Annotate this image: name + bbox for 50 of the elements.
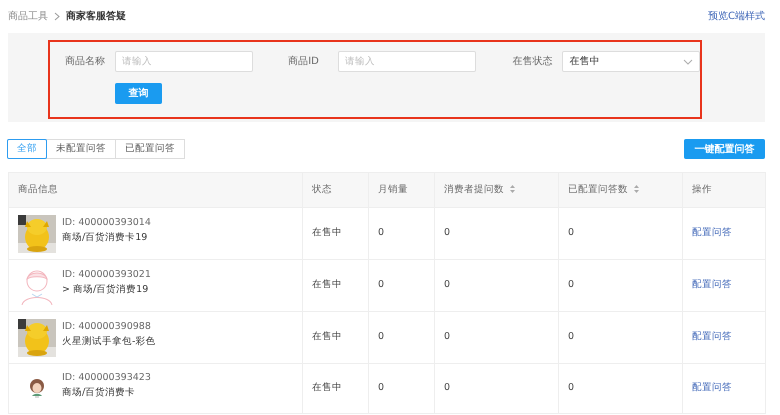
column-header: 商品信息 <box>18 184 58 195</box>
breadcrumb-item[interactable]: 商品工具 <box>8 9 48 24</box>
table-cell: 0 <box>378 331 384 342</box>
status-text: 在售中 <box>312 382 342 394</box>
input-field[interactable]: 请输入 <box>115 51 253 72</box>
status-text: 在售中 <box>312 279 342 290</box>
product-name: > 商场/百货消费19 <box>62 282 150 296</box>
configure-link[interactable]: 配置问答 <box>692 382 732 394</box>
filter-tab[interactable]: 未配置问答 <box>46 139 116 159</box>
column-header: 月销量 <box>378 184 408 195</box>
column-header: 操作 <box>692 184 712 195</box>
sort-icon[interactable] <box>510 185 515 194</box>
table-cell: 0 <box>378 382 384 394</box>
breadcrumb-item[interactable]: 商家客服答疑 <box>66 9 126 24</box>
column-header: 消费者提问数 <box>444 184 504 195</box>
configure-link[interactable]: 配置问答 <box>692 331 732 342</box>
select-field[interactable]: 在售中 <box>562 51 700 72</box>
configure-link[interactable]: 配置问答 <box>692 279 732 290</box>
table-cell: 0 <box>568 331 574 342</box>
select-value: 在售中 <box>569 54 600 69</box>
table-cell: 0 <box>568 279 574 290</box>
product-id: ID: 400000390988 <box>62 320 152 334</box>
configure-link[interactable]: 配置问答 <box>692 227 732 238</box>
field-label: 商品ID <box>288 54 320 69</box>
field-label: 商品名称 <box>65 54 106 69</box>
preview-link[interactable]: 预览C端样式 <box>708 9 765 24</box>
status-text: 在售中 <box>312 331 342 342</box>
sort-icon[interactable] <box>634 185 639 194</box>
table-cell: 0 <box>568 227 574 238</box>
filter-tab[interactable]: 已配置问答 <box>115 139 185 159</box>
table-cell: 0 <box>568 382 574 394</box>
product-id: ID: 400000393021 <box>62 268 151 282</box>
product-name: 火星测试手拿包-彩色 <box>62 334 156 348</box>
table-cell: 0 <box>444 382 450 394</box>
table-cell: 0 <box>378 279 384 290</box>
column-header: 状态 <box>312 184 332 195</box>
product-name: 商场/百货消费卡19 <box>62 230 148 244</box>
column-header: 已配置问答数 <box>568 184 628 195</box>
product-name: 商场/百货消费卡 <box>62 386 136 400</box>
table-cell: 0 <box>444 331 450 342</box>
chevron-right-icon <box>54 12 60 21</box>
status-text: 在售中 <box>312 227 342 238</box>
table-cell: 0 <box>444 279 450 290</box>
table-cell: 0 <box>378 227 384 238</box>
table-cell: 0 <box>444 227 450 238</box>
product-id: ID: 400000393423 <box>62 370 151 384</box>
chevron-down-icon <box>682 58 693 64</box>
input-field[interactable]: 请输入 <box>338 51 476 72</box>
product-id: ID: 400000393014 <box>62 216 151 230</box>
field-label: 在售状态 <box>512 54 554 69</box>
